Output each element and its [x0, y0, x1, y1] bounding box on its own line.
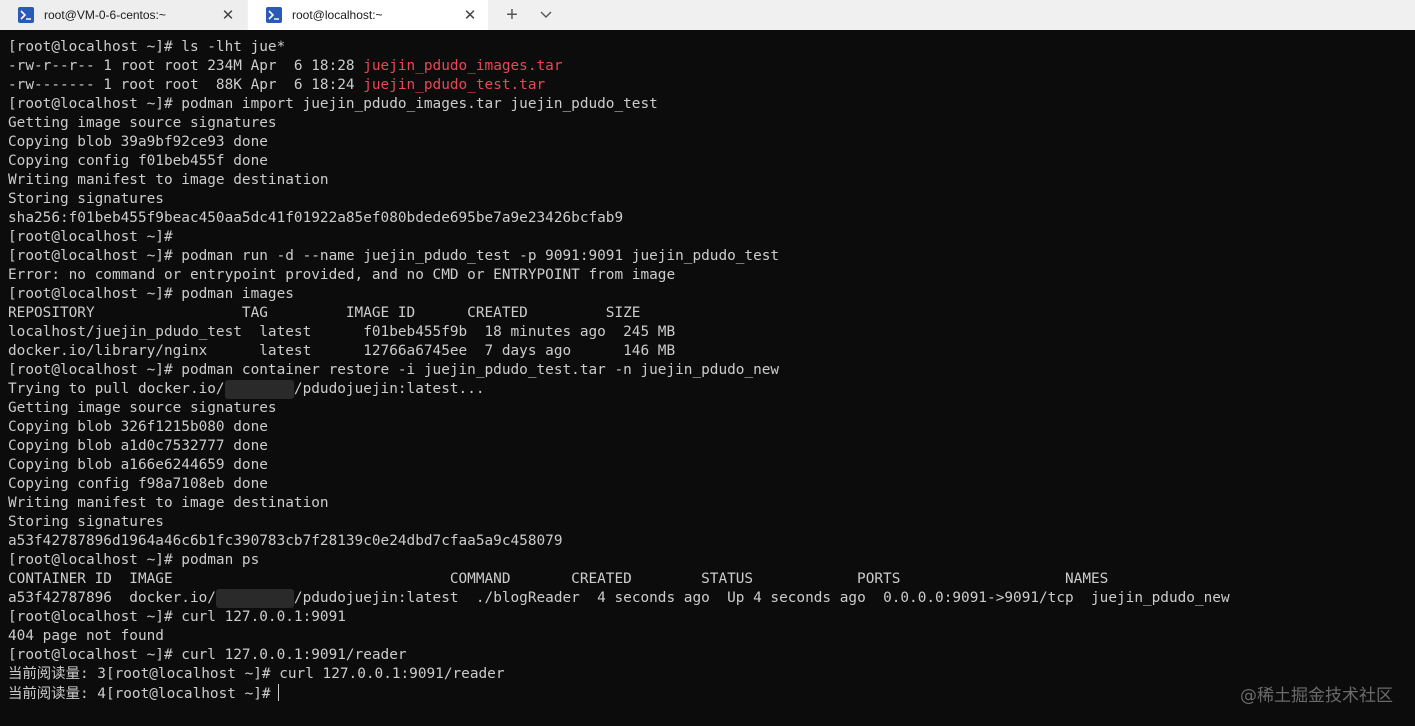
terminal-line: [root@localhost ~]# curl 127.0.0.1:9091 [8, 608, 1408, 627]
terminal-text: 当前阅读量: 3[root@localhost ~]# curl 127.0.0… [8, 666, 505, 682]
terminal-text: Error: no command or entrypoint provided… [8, 267, 676, 283]
tab-title: root@localhost:~ [292, 8, 383, 22]
close-icon[interactable]: ✕ [458, 3, 482, 27]
terminal-line: -rw------- 1 root root 88K Apr 6 18:24 j… [8, 76, 1408, 95]
text-cursor [277, 684, 279, 701]
terminal-line: sha256:f01beb455f9beac450aa5dc41f01922a8… [8, 209, 1408, 228]
terminal-line: 404 page not found [8, 627, 1408, 646]
terminal-text: [root@localhost ~]# podman container res… [8, 362, 780, 378]
terminal-text: 当前阅读量: 4[root@localhost ~]# [8, 686, 271, 702]
terminal-text: Copying blob 39a9bf92ce93 done [8, 134, 268, 150]
terminal-text: docker.io/library/nginx latest 12766a674… [8, 343, 676, 359]
terminal-line: [root@localhost ~]# podman run -d --name… [8, 247, 1408, 266]
archive-filename: juejin_pdudo_test.tar [363, 77, 546, 93]
terminal-line: localhost/juejin_pdudo_test latest f01be… [8, 323, 1408, 342]
terminal-line: 当前阅读量: 3[root@localhost ~]# curl 127.0.0… [8, 665, 1408, 684]
terminal-line: a53f42787896d1964a46c6b1fc390783cb7f2813… [8, 532, 1408, 551]
terminal-line: Copying blob a1d0c7532777 done [8, 437, 1408, 456]
terminal-text: a53f42787896 docker.io/ [8, 590, 216, 606]
tab-title: root@VM-0-6-centos:~ [44, 8, 166, 22]
redacted-text: xxxxxxxx [224, 380, 294, 399]
terminal-text: localhost/juejin_pdudo_test latest f01be… [8, 324, 676, 340]
terminal-text: /pdudojuejin:latest... [293, 381, 485, 397]
tab-vm-centos[interactable]: root@VM-0-6-centos:~ ✕ [0, 0, 246, 30]
terminal-text: Copying config f01beb455f done [8, 153, 268, 169]
terminal-line: a53f42787896 docker.io/xxxxxxxxx/pdudoju… [8, 589, 1408, 608]
terminal-line: docker.io/library/nginx latest 12766a674… [8, 342, 1408, 361]
terminal-line: Storing signatures [8, 513, 1408, 532]
terminal-line: [root@localhost ~]# podman images [8, 285, 1408, 304]
terminal-line: CONTAINER ID IMAGE COMMAND CREATED STATU… [8, 570, 1408, 589]
terminal-text: [root@localhost ~]# curl 127.0.0.1:9091/… [8, 647, 407, 663]
archive-filename: juejin_pdudo_images.tar [363, 58, 563, 74]
watermark: @稀土掘金技术社区 [1240, 686, 1393, 706]
terminal-text: Copying blob a166e6244659 done [8, 457, 268, 473]
terminal-line: [root@localhost ~]# ls -lht jue* [8, 38, 1408, 57]
terminal-text: Writing manifest to image destination [8, 495, 329, 511]
terminal-line: Writing manifest to image destination [8, 494, 1408, 513]
redacted-text: xxxxxxxxx [215, 589, 294, 608]
powershell-icon [18, 7, 34, 23]
terminal-text: CONTAINER ID IMAGE COMMAND CREATED STATU… [8, 571, 1109, 587]
close-icon[interactable]: ✕ [216, 3, 240, 27]
terminal-line: [root@localhost ~]# [8, 228, 1408, 247]
terminal-text: [root@localhost ~]# podman ps [8, 552, 260, 568]
chevron-down-icon[interactable] [534, 3, 558, 27]
terminal-text: Getting image source signatures [8, 400, 277, 416]
terminal-line: Copying config f01beb455f done [8, 152, 1408, 171]
terminal-line: -rw-r--r-- 1 root root 234M Apr 6 18:28 … [8, 57, 1408, 76]
terminal-text: -rw-r--r-- 1 root root 234M Apr 6 18:28 [8, 58, 364, 74]
terminal-line: Copying blob a166e6244659 done [8, 456, 1408, 475]
terminal-text: /pdudojuejin:latest ./blogReader 4 secon… [293, 590, 1230, 606]
terminal-line: Error: no command or entrypoint provided… [8, 266, 1408, 285]
terminal-text: [root@localhost ~]# podman run -d --name… [8, 248, 780, 264]
terminal-line: Copying blob 326f1215b080 done [8, 418, 1408, 437]
tab-localhost[interactable]: root@localhost:~ ✕ [248, 0, 488, 30]
terminal-text: Copying config f98a7108eb done [8, 476, 268, 492]
terminal-line: Copying blob 39a9bf92ce93 done [8, 133, 1408, 152]
terminal-text: Copying blob a1d0c7532777 done [8, 438, 268, 454]
terminal-text: Getting image source signatures [8, 115, 277, 131]
terminal-line: [root@localhost ~]# curl 127.0.0.1:9091/… [8, 646, 1408, 665]
terminal-text: [root@localhost ~]# curl 127.0.0.1:9091 [8, 609, 346, 625]
terminal-text: [root@localhost ~]# podman import juejin… [8, 96, 658, 112]
terminal-text: [root@localhost ~]# [8, 229, 173, 245]
terminal-text: a53f42787896d1964a46c6b1fc390783cb7f2813… [8, 533, 563, 549]
terminal-line: Trying to pull docker.io/xxxxxxxx/pdudoj… [8, 380, 1408, 399]
terminal-text: 404 page not found [8, 628, 164, 644]
terminal-output[interactable]: [root@localhost ~]# ls -lht jue* -rw-r--r… [8, 38, 1408, 718]
new-tab-button[interactable]: + [500, 3, 524, 27]
terminal-text: Storing signatures [8, 514, 164, 530]
terminal-text: sha256:f01beb455f9beac450aa5dc41f01922a8… [8, 210, 624, 226]
terminal-text: Copying blob 326f1215b080 done [8, 419, 268, 435]
terminal-line: Storing signatures [8, 190, 1408, 209]
tab-bar: root@VM-0-6-centos:~ ✕ root@localhost:~ … [0, 0, 1415, 30]
terminal-text: REPOSITORY TAG IMAGE ID CREATED SIZE [8, 305, 641, 321]
terminal-line: REPOSITORY TAG IMAGE ID CREATED SIZE [8, 304, 1408, 323]
terminal-line: Getting image source signatures [8, 114, 1408, 133]
terminal-text: [root@localhost ~]# ls -lht jue* [8, 39, 286, 55]
terminal-line: Getting image source signatures [8, 399, 1408, 418]
terminal-text: -rw------- 1 root root 88K Apr 6 18:24 [8, 77, 364, 93]
powershell-icon [266, 7, 282, 23]
terminal-line: [root@localhost ~]# podman container res… [8, 361, 1408, 380]
terminal-line: Copying config f98a7108eb done [8, 475, 1408, 494]
terminal-text: Writing manifest to image destination [8, 172, 329, 188]
terminal-line: Writing manifest to image destination [8, 171, 1408, 190]
terminal-text: Storing signatures [8, 191, 164, 207]
terminal-line: [root@localhost ~]# podman ps [8, 551, 1408, 570]
terminal-text: [root@localhost ~]# podman images [8, 286, 294, 302]
terminal-text: Trying to pull docker.io/ [8, 381, 225, 397]
terminal-line: 当前阅读量: 4[root@localhost ~]# [8, 684, 1408, 703]
terminal-line: [root@localhost ~]# podman import juejin… [8, 95, 1408, 114]
